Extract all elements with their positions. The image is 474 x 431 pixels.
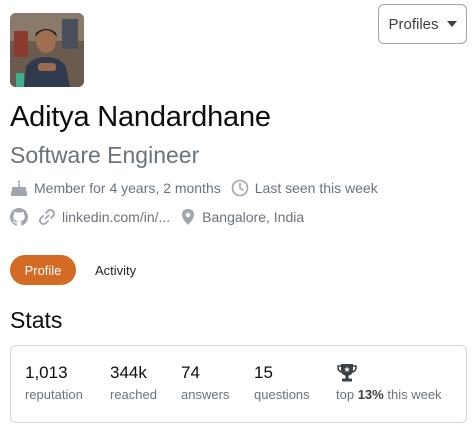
profiles-dropdown-button[interactable]: Profiles — [378, 4, 467, 44]
stat-value: 74 — [181, 363, 200, 382]
cake-icon — [11, 180, 27, 196]
stat-label: answers — [181, 387, 230, 402]
location: Bangalore, India — [180, 208, 304, 226]
meta-row-membership: Member for 4 years, 2 months Last seen t… — [10, 179, 388, 197]
top-suffix: this week — [387, 387, 442, 402]
top-percent: 13% — [357, 387, 384, 402]
stat-top-percent: top 13% this week — [336, 363, 442, 402]
member-for-text: Member for 4 years, 2 months — [34, 180, 221, 196]
link-icon — [39, 209, 55, 225]
linkedin-text: linkedin.com/in/... — [62, 209, 171, 225]
github-link[interactable] — [10, 208, 28, 226]
last-seen-text: Last seen this week — [254, 180, 378, 196]
avatar-photo — [10, 13, 84, 87]
linkedin-link[interactable]: linkedin.com/in/... — [38, 208, 170, 226]
last-seen: Last seen this week — [231, 179, 378, 197]
stat-label: reputation — [25, 387, 83, 402]
github-icon — [10, 208, 28, 226]
stats-heading: Stats — [10, 307, 63, 333]
trophy-wrap — [336, 363, 442, 383]
tab-activity[interactable]: Activity — [82, 255, 149, 285]
stat-value: 344k — [110, 363, 147, 382]
stat-value: 15 — [254, 363, 273, 382]
user-title: Software Engineer — [10, 142, 200, 168]
profile-tabs: Profile Activity — [10, 255, 149, 285]
stat-reputation: 1,013 reputation — [25, 363, 83, 402]
stat-label: top 13% this week — [336, 387, 442, 402]
stat-label: reached — [110, 387, 157, 402]
top-prefix: top — [336, 387, 355, 402]
meta-row-links: linkedin.com/in/... Bangalore, India — [10, 208, 314, 226]
stat-answers: 74 answers — [181, 363, 229, 402]
profiles-label: Profiles — [388, 15, 439, 33]
member-for: Member for 4 years, 2 months — [10, 179, 221, 197]
user-name: Aditya Nandardhane — [10, 101, 271, 133]
avatar[interactable] — [10, 13, 84, 87]
tab-profile[interactable]: Profile — [10, 255, 76, 285]
location-pin-icon — [182, 209, 195, 225]
location-text: Bangalore, India — [202, 209, 305, 225]
stat-value: 1,013 — [25, 363, 68, 382]
stats-card: 1,013 reputation 344k reached 74 answers… — [10, 345, 467, 423]
clock-icon — [231, 179, 249, 197]
stat-reached: 344k reached — [110, 363, 157, 402]
stat-label: questions — [254, 387, 310, 402]
stat-questions: 15 questions — [254, 363, 310, 402]
caret-down-icon — [446, 21, 457, 27]
trophy-icon — [337, 364, 357, 382]
